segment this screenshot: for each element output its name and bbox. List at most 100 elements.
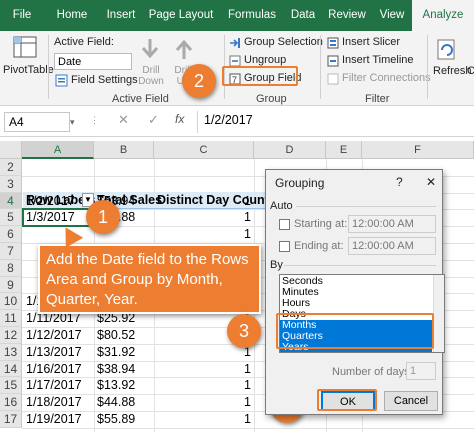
step-2-badge: 2 — [182, 64, 216, 98]
starting-at-checkbox[interactable] — [279, 219, 290, 230]
filter-group-label: Filter — [365, 93, 390, 105]
tab-review[interactable]: Review — [322, 0, 372, 31]
filter-connections-button[interactable]: Filter Connections — [342, 72, 431, 84]
ungroup-icon[interactable] — [229, 54, 241, 67]
refresh-button[interactable]: Refresh — [433, 65, 472, 77]
date-cell[interactable]: 1/2/2017 — [26, 194, 75, 208]
formula-more-icon: ⋮ — [90, 115, 99, 125]
column-header-b[interactable]: B — [94, 141, 154, 159]
tab-analyze[interactable]: Analyze — [412, 0, 474, 31]
date-cell[interactable]: 1/18/2017 — [26, 395, 82, 409]
row-header[interactable]: 10 — [0, 293, 22, 311]
count-cell[interactable]: 1 — [154, 210, 251, 224]
date-cell[interactable]: 1/19/2017 — [26, 412, 82, 426]
close-icon[interactable]: ✕ — [426, 175, 436, 189]
field-settings-icon[interactable] — [55, 74, 68, 87]
row-header[interactable]: 16 — [0, 394, 22, 411]
name-box-dropdown-icon[interactable]: ▾ — [70, 112, 80, 132]
count-cell[interactable]: 1 — [154, 227, 251, 241]
column-header-d[interactable]: D — [254, 141, 326, 159]
count-cell[interactable]: 1 — [154, 412, 251, 426]
count-cell[interactable]: 1 — [154, 395, 251, 409]
row-header[interactable]: 2 — [0, 159, 22, 176]
insert-timeline-button[interactable]: Insert Timeline — [342, 54, 414, 66]
drill-down-button[interactable]: Drill Down — [138, 65, 164, 87]
name-box[interactable]: A4 — [4, 112, 70, 132]
insert-timeline-icon[interactable] — [327, 54, 339, 67]
number-of-days-input[interactable]: 1 — [406, 362, 436, 380]
row-header[interactable]: 11 — [0, 310, 22, 327]
row-header[interactable]: 3 — [0, 175, 22, 193]
column-header-c[interactable]: C — [154, 141, 254, 159]
column-header-e[interactable]: E — [326, 141, 362, 159]
sales-cell[interactable]: $55.89 — [97, 412, 135, 426]
tab-formulas[interactable]: Formulas — [220, 0, 284, 31]
active-field-input[interactable]: Date — [54, 53, 132, 70]
row-header[interactable]: 15 — [0, 377, 22, 395]
column-header-f[interactable]: F — [362, 141, 474, 159]
count-cell[interactable]: 1 — [154, 345, 251, 359]
step-3-badge: 3 — [227, 314, 261, 348]
date-cell[interactable]: 1/16/2017 — [26, 362, 82, 376]
ribbon-tab-bar: File Home Insert Page Layout Formulas Da… — [0, 0, 474, 31]
sales-cell[interactable]: $31.92 — [97, 345, 135, 359]
row-header[interactable]: 4 — [0, 192, 22, 210]
tab-data[interactable]: Data — [284, 0, 322, 31]
group-field-highlight — [222, 66, 298, 86]
sales-cell[interactable]: $80.52 — [97, 328, 135, 342]
row-header[interactable]: 8 — [0, 259, 22, 277]
cancel-button[interactable]: Cancel — [384, 391, 438, 411]
count-cell[interactable]: 1 — [154, 194, 251, 208]
row-header[interactable]: 17 — [0, 411, 22, 428]
row-header[interactable]: 9 — [0, 276, 22, 294]
column-header-a[interactable]: A — [22, 141, 94, 159]
row-header[interactable]: 12 — [0, 327, 22, 344]
drill-up-icon[interactable] — [174, 37, 194, 61]
date-cell[interactable]: 1/12/2017 — [26, 328, 82, 342]
tab-file[interactable]: File — [0, 0, 44, 31]
ending-at-checkbox[interactable] — [279, 241, 290, 252]
excel-window: File Home Insert Page Layout Formulas Da… — [0, 0, 474, 432]
ok-highlight — [317, 389, 377, 411]
help-button[interactable]: ? — [396, 175, 403, 189]
tab-home[interactable]: Home — [44, 0, 100, 31]
insert-slicer-icon[interactable] — [327, 36, 339, 49]
formula-input[interactable]: 1/2/2017 — [204, 113, 253, 127]
cancel-icon[interactable]: ✕ — [118, 112, 129, 128]
count-cell[interactable]: 1 — [154, 378, 251, 392]
field-settings-button[interactable]: Field Settings — [71, 74, 138, 86]
group-selection-icon[interactable] — [229, 36, 241, 48]
sales-cell[interactable]: $13.92 — [97, 378, 135, 392]
insert-slicer-button[interactable]: Insert Slicer — [342, 36, 400, 48]
pivottable-icon[interactable] — [10, 35, 40, 61]
ending-at-input[interactable]: 12:00:00 AM — [348, 237, 436, 255]
active-cell-a4[interactable] — [22, 208, 95, 227]
select-all-corner[interactable] — [0, 141, 22, 159]
refresh-icon[interactable] — [436, 37, 458, 61]
filter-connections-icon — [327, 72, 339, 85]
row-header[interactable]: 13 — [0, 343, 22, 361]
listbox-scrollbar[interactable] — [433, 275, 444, 352]
fx-icon[interactable]: fx — [175, 112, 184, 126]
enter-icon[interactable]: ✓ — [148, 112, 159, 128]
tab-page-layout[interactable]: Page Layout — [142, 0, 220, 31]
ending-at-label: Ending at: — [294, 240, 344, 252]
by-section-label: By — [270, 259, 283, 271]
drill-down-icon[interactable] — [140, 37, 160, 61]
count-cell[interactable]: 1 — [154, 362, 251, 376]
row-header[interactable]: 5 — [0, 209, 22, 227]
row-header[interactable]: 14 — [0, 360, 22, 378]
row-header[interactable]: 7 — [0, 243, 22, 260]
tab-insert[interactable]: Insert — [100, 0, 142, 31]
date-cell[interactable]: 1/17/2017 — [26, 378, 82, 392]
sales-cell[interactable]: $38.94 — [97, 362, 135, 376]
starting-at-input[interactable]: 12:00:00 AM — [348, 215, 436, 233]
ungroup-button[interactable]: Ungroup — [244, 54, 286, 66]
sales-cell[interactable]: $44.88 — [97, 395, 135, 409]
pivottable-button[interactable]: PivotTable — [3, 64, 54, 76]
tab-view[interactable]: View — [372, 0, 412, 31]
date-cell[interactable]: 1/13/2017 — [26, 345, 82, 359]
row-header[interactable]: 6 — [0, 226, 22, 243]
group-selection-button[interactable]: Group Selection — [244, 36, 323, 48]
change-data-source-button[interactable]: C — [467, 65, 474, 77]
